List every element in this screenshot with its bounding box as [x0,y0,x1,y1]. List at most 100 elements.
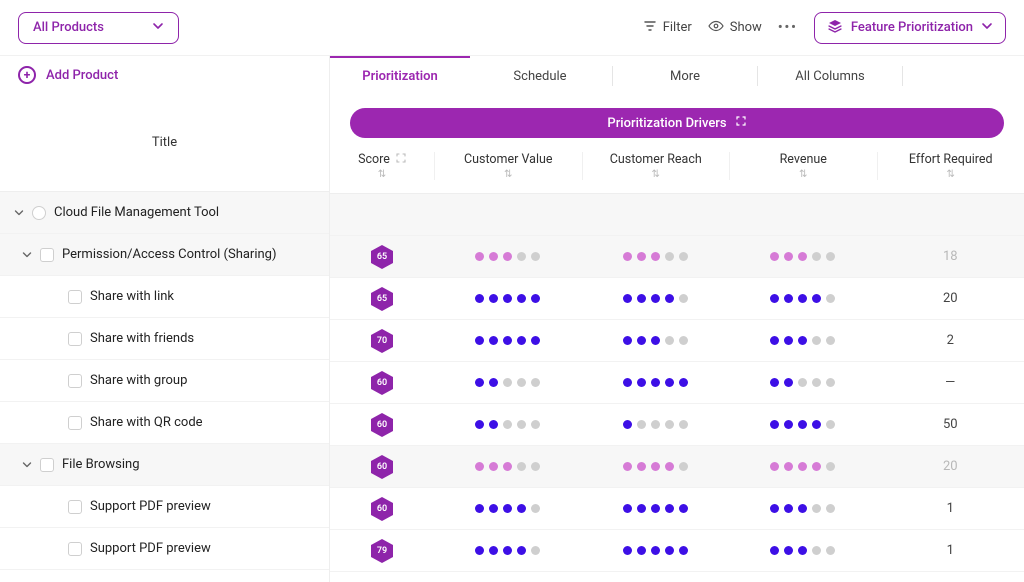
dot-rating[interactable] [623,252,688,261]
dot [651,546,660,555]
feature-prioritization-dropdown[interactable]: Feature Prioritization [814,12,1006,44]
checkbox[interactable] [68,500,82,514]
column-header-customer-reach[interactable]: Customer Reach⇅ [582,152,730,180]
dot-rating[interactable] [770,504,835,513]
effort-cell[interactable]: 20 [877,278,1024,319]
dot [784,294,793,303]
column-header-customer-value[interactable]: Customer Value⇅ [434,152,582,180]
chevron-down-icon[interactable] [22,250,32,260]
effort-cell[interactable]: 2 [877,320,1024,361]
dot-rating[interactable] [623,294,688,303]
checkbox[interactable] [68,290,82,304]
table-row: Share with group [0,360,329,402]
dot-rating[interactable] [770,378,835,387]
tab-schedule[interactable]: Schedule [470,56,610,96]
effort-cell[interactable]: 18 [877,236,1024,277]
dot [651,420,660,429]
effort-cell[interactable]: — [877,362,1024,403]
score-hexagon: 60 [370,412,394,438]
dot [623,546,632,555]
dot-rating[interactable] [623,336,688,345]
tab-more[interactable]: More [615,56,755,96]
dot [517,294,526,303]
revenue-cell [729,488,877,529]
chevron-down-icon[interactable] [22,460,32,470]
checkbox[interactable] [40,248,54,262]
effort-cell[interactable]: 1 [877,530,1024,571]
customer-reach-cell [582,530,730,571]
plus-circle-icon: + [18,66,36,84]
dot [784,462,793,471]
dot-rating[interactable] [623,504,688,513]
checkbox[interactable] [68,332,82,346]
filter-button[interactable]: Filter [643,19,692,37]
dot [679,252,688,261]
revenue-cell [729,320,877,361]
dot [637,420,646,429]
dot [651,504,660,513]
dot [812,336,821,345]
dot-rating[interactable] [475,252,540,261]
dot-rating[interactable] [770,294,835,303]
customer-value-cell [434,446,582,487]
dot-rating[interactable] [475,336,540,345]
checkbox[interactable] [40,458,54,472]
dot-rating[interactable] [770,336,835,345]
dot-rating[interactable] [475,420,540,429]
radio[interactable] [32,206,46,220]
row-data: 60— [330,362,1024,403]
customer-value-cell [434,362,582,403]
table-row: 60 50 [330,404,1024,446]
revenue-cell [729,404,877,445]
dot [489,546,498,555]
column-header-score[interactable]: Score ⇅ [330,152,434,180]
dot-rating[interactable] [623,420,688,429]
dot-rating[interactable] [475,546,540,555]
prioritization-drivers-bar[interactable]: Prioritization Drivers [350,108,1004,138]
tab-label: Prioritization [362,69,437,84]
score-cell: 65 [330,278,434,319]
dot-rating[interactable] [475,504,540,513]
dot-rating[interactable] [475,462,540,471]
dot [489,252,498,261]
dot [651,252,660,261]
tab-prioritization[interactable]: Prioritization [330,56,470,96]
dot-rating[interactable] [623,462,688,471]
table-row: 60— [330,362,1024,404]
dot-rating[interactable] [770,546,835,555]
customer-reach-cell [582,278,730,319]
dot-rating[interactable] [770,462,835,471]
dot [475,336,484,345]
dot-rating[interactable] [770,252,835,261]
product-filter-dropdown[interactable]: All Products [18,12,179,44]
tab-all-columns[interactable]: All Columns [760,56,900,96]
dot [798,336,807,345]
row-title: Cloud File Management Tool [54,205,219,220]
dot-rating[interactable] [475,378,540,387]
dot-rating[interactable] [623,378,688,387]
effort-cell[interactable]: 20 [877,446,1024,487]
add-product-button[interactable]: + Add Product [0,56,329,94]
more-menu-button[interactable]: ••• [778,20,798,35]
show-button[interactable]: Show [708,19,762,37]
show-label: Show [730,20,762,35]
column-header-revenue[interactable]: Revenue⇅ [729,152,877,180]
dot-rating[interactable] [475,294,540,303]
dot-rating[interactable] [623,546,688,555]
dot-rating[interactable] [770,420,835,429]
checkbox[interactable] [68,374,82,388]
checkbox[interactable] [68,416,82,430]
table-row: 601 [330,488,1024,530]
col-label: Score [358,152,390,167]
table-row: Support PDF preview [0,486,329,528]
score-cell: 79 [330,530,434,571]
row-title-cell: Support PDF preview [0,499,329,514]
customer-value-cell [434,236,582,277]
dot [679,546,688,555]
chevron-down-icon[interactable] [14,208,24,218]
column-header-effort-required[interactable]: Effort Required⇅ [877,152,1024,180]
effort-cell[interactable]: 1 [877,488,1024,529]
effort-cell[interactable]: 50 [877,404,1024,445]
checkbox[interactable] [68,542,82,556]
table-row: 702 [330,320,1024,362]
